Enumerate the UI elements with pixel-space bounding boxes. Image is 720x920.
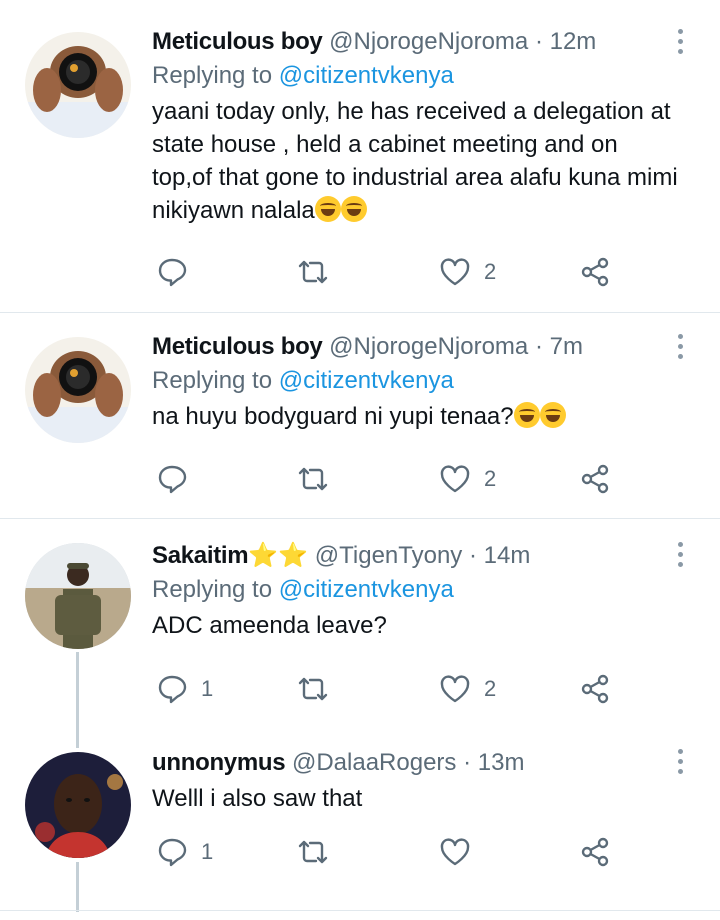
reply-button[interactable]: 1	[155, 669, 213, 709]
retweet-button[interactable]	[296, 669, 342, 709]
heart-icon	[440, 675, 470, 703]
tweet-actions: 1 2	[0, 669, 720, 709]
avatar-image	[25, 543, 131, 649]
separator: ·	[534, 333, 543, 360]
tweet[interactable]: Meticulous boy @NjorogeNjoroma · 7m Repl…	[0, 313, 720, 518]
timestamp[interactable]: 13m	[478, 749, 525, 776]
retweet-icon	[298, 260, 328, 284]
share-icon	[581, 674, 609, 704]
replying-to-prefix: Replying to	[152, 62, 273, 89]
share-button[interactable]	[578, 459, 612, 499]
avatar-image	[25, 32, 131, 138]
tweet[interactable]: Meticulous boy @NjorogeNjoroma · 12m Rep…	[0, 0, 720, 312]
divider	[0, 910, 720, 911]
timestamp[interactable]: 7m	[550, 333, 583, 360]
retweet-icon	[298, 840, 328, 864]
user-handle[interactable]: @TigenTyony	[315, 542, 463, 569]
like-button[interactable]: 2	[438, 669, 496, 709]
mention-link[interactable]: @citizentvkenya	[279, 367, 454, 394]
tweet-text-content: ADC ameenda leave?	[152, 612, 387, 639]
reply-icon	[158, 258, 187, 287]
heart-icon	[440, 838, 470, 866]
joy-emoji	[513, 402, 540, 428]
like-button[interactable]	[438, 832, 484, 872]
tweet-text-content: Welll i also saw that	[152, 785, 363, 812]
replying-to-prefix: Replying to	[152, 367, 273, 394]
timestamp[interactable]: 14m	[484, 542, 531, 569]
tweet-header: Sakaitim⭐⭐ @TigenTyony · 14m	[152, 539, 680, 573]
like-count: 2	[484, 259, 497, 284]
tweet-actions: 2	[0, 459, 720, 499]
rofl-emoji	[340, 196, 367, 222]
mention-link[interactable]: @citizentvkenya	[279, 62, 454, 89]
retweet-button[interactable]	[296, 832, 342, 872]
tweet-header: Meticulous boy @NjorogeNjoroma · 12m	[152, 25, 680, 59]
reply-count: 1	[201, 676, 214, 701]
avatar[interactable]	[25, 543, 131, 649]
tweet[interactable]: unnonymus @DalaaRogers · 13m Welll i als…	[0, 734, 720, 920]
tweet-header: Meticulous boy @NjorogeNjoroma · 7m	[152, 330, 680, 364]
timestamp[interactable]: 12m	[550, 28, 597, 55]
retweet-icon	[298, 677, 328, 701]
tweet-actions: 2	[0, 252, 720, 292]
user-handle[interactable]: @NjorogeNjoroma	[329, 28, 528, 55]
avatar[interactable]	[25, 32, 131, 138]
like-count: 2	[484, 676, 497, 701]
avatar[interactable]	[25, 337, 131, 443]
joy-emoji	[539, 402, 566, 428]
share-icon	[581, 257, 609, 287]
reply-icon	[158, 838, 187, 867]
heart-icon	[440, 465, 470, 493]
share-button[interactable]	[578, 832, 612, 872]
like-count: 2	[484, 466, 497, 491]
like-button[interactable]: 2	[438, 252, 496, 292]
reply-count: 1	[201, 839, 214, 864]
separator: ·	[463, 749, 472, 776]
thread-connector-line	[76, 862, 79, 912]
display-name[interactable]: Meticulous boy	[152, 28, 323, 55]
more-vertical-icon[interactable]	[670, 329, 690, 363]
replying-to: Replying to @citizentvkenya	[152, 59, 680, 93]
tweet-header: unnonymus @DalaaRogers · 13m	[152, 746, 680, 780]
more-vertical-icon[interactable]	[670, 24, 690, 58]
reply-icon	[158, 675, 187, 704]
tweet[interactable]: Sakaitim⭐⭐ @TigenTyony · 14m Replying to…	[0, 519, 720, 734]
tweet-text-content: na huyu bodyguard ni yupi tenaa?	[152, 403, 514, 430]
tweet-text: Welll i also saw that	[152, 782, 680, 815]
mention-link[interactable]: @citizentvkenya	[279, 576, 454, 603]
share-button[interactable]	[578, 669, 612, 709]
share-button[interactable]	[578, 252, 612, 292]
separator: ·	[468, 542, 477, 569]
tweet-text: ADC ameenda leave?	[152, 609, 680, 642]
tweet-text: na huyu bodyguard ni yupi tenaa?	[152, 400, 680, 433]
retweet-icon	[298, 467, 328, 491]
reply-button[interactable]	[155, 459, 201, 499]
heart-icon	[440, 258, 470, 286]
like-button[interactable]: 2	[438, 459, 496, 499]
more-vertical-icon[interactable]	[670, 744, 690, 778]
user-handle[interactable]: @NjorogeNjoroma	[329, 333, 528, 360]
rofl-emoji	[314, 196, 341, 222]
replying-to: Replying to @citizentvkenya	[152, 364, 680, 398]
more-vertical-icon[interactable]	[670, 537, 690, 571]
display-name[interactable]: Sakaitim	[152, 542, 249, 569]
replying-to-prefix: Replying to	[152, 576, 273, 603]
avatar-image	[25, 337, 131, 443]
reply-icon	[158, 465, 187, 494]
tweet-text-content: yaani today only, he has received a dele…	[152, 98, 678, 224]
share-icon	[581, 464, 609, 494]
display-name[interactable]: Meticulous boy	[152, 333, 323, 360]
replying-to: Replying to @citizentvkenya	[152, 573, 680, 607]
tweet-text: yaani today only, he has received a dele…	[152, 95, 680, 227]
retweet-button[interactable]	[296, 252, 342, 292]
star-emoji: ⭐⭐	[248, 542, 309, 569]
separator: ·	[534, 28, 543, 55]
retweet-button[interactable]	[296, 459, 342, 499]
share-icon	[581, 837, 609, 867]
display-name[interactable]: unnonymus	[152, 749, 286, 776]
tweet-actions: 1	[0, 832, 720, 872]
user-handle[interactable]: @DalaaRogers	[292, 749, 456, 776]
reply-button[interactable]	[155, 252, 201, 292]
reply-button[interactable]: 1	[155, 832, 213, 872]
